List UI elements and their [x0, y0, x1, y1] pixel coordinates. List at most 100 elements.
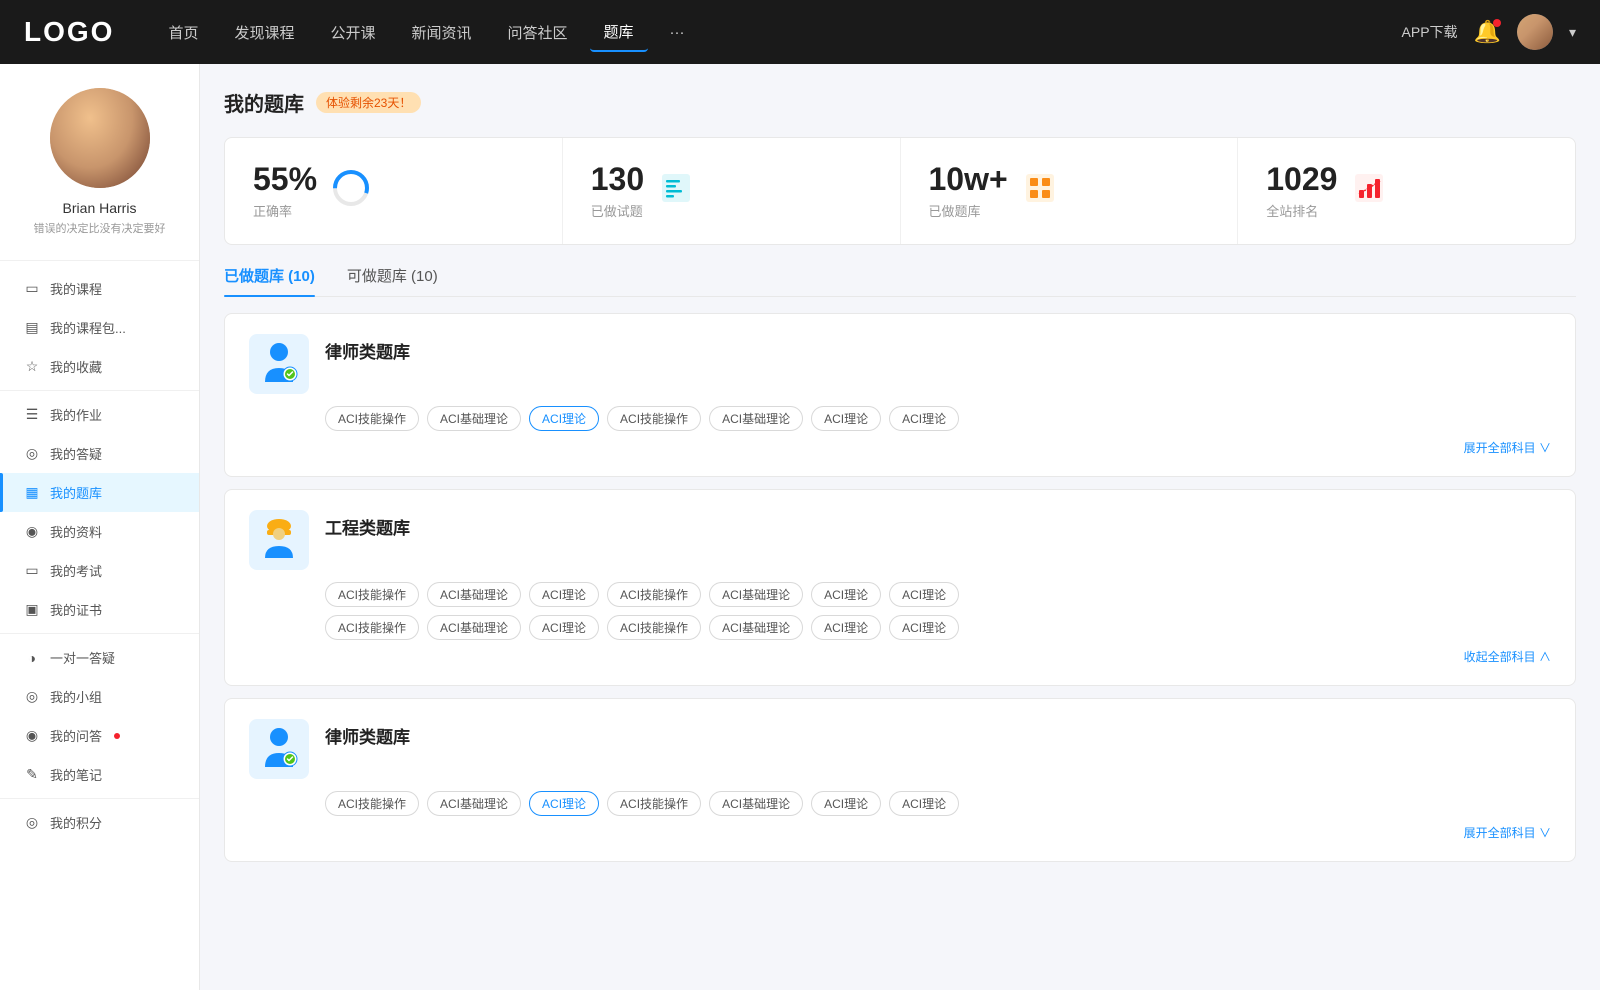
bank-title-text-3: 律师类题库 — [325, 719, 410, 748]
bank-card-tags-3: ACI技能操作 ACI基础理论 ACI理论 ACI技能操作 ACI基础理论 AC… — [325, 791, 1551, 816]
bank-card-tags-2: ACI技能操作 ACI基础理论 ACI理论 ACI技能操作 ACI基础理论 AC… — [325, 582, 1551, 607]
collapse-button-2[interactable]: 收起全部科目 ∧ — [1464, 648, 1551, 665]
app-download-button[interactable]: APP下载 — [1402, 22, 1458, 42]
nav-news[interactable]: 新闻资讯 — [398, 14, 486, 51]
nav-discover[interactable]: 发现课程 — [220, 14, 308, 51]
tag-3-4[interactable]: ACI技能操作 — [607, 791, 701, 816]
tag-3-3[interactable]: ACI理论 — [529, 791, 599, 816]
page-header: 我的题库 体验剩余23天！ — [224, 88, 1576, 117]
sidebar-item-homework[interactable]: ☰ 我的作业 — [0, 395, 199, 434]
sidebar-item-label: 我的资料 — [50, 522, 102, 541]
sidebar-item-group[interactable]: ◎ 我的小组 — [0, 677, 199, 716]
bank-title-text-2: 工程类题库 — [325, 510, 410, 539]
tag-3-1[interactable]: ACI技能操作 — [325, 791, 419, 816]
tag-2-14[interactable]: ACI理论 — [889, 615, 959, 640]
bar-chart-icon — [1353, 172, 1385, 211]
page-title: 我的题库 — [224, 88, 304, 117]
tag-1-7[interactable]: ACI理论 — [889, 406, 959, 431]
tag-1-5[interactable]: ACI基础理论 — [709, 406, 803, 431]
star-icon: ☆ — [24, 358, 40, 375]
tag-2-10[interactable]: ACI理论 — [529, 615, 599, 640]
tag-2-4[interactable]: ACI技能操作 — [607, 582, 701, 607]
notification-bell[interactable]: 🔔 — [1474, 19, 1501, 45]
tag-2-6[interactable]: ACI理论 — [811, 582, 881, 607]
avatar-placeholder — [50, 88, 150, 188]
sidebar-item-notes[interactable]: ✎ 我的笔记 — [0, 755, 199, 794]
stat-done-questions: 130 已做试题 — [563, 138, 901, 244]
stat-rank-value: 1029 — [1266, 162, 1337, 197]
tag-3-2[interactable]: ACI基础理论 — [427, 791, 521, 816]
stat-done-banks-label: 已做题库 — [929, 201, 1008, 220]
sidebar-item-tutoring[interactable]: ◑ 一对一答疑 — [0, 638, 199, 677]
stat-done-questions-label: 已做试题 — [591, 201, 644, 220]
sidebar-item-certificate[interactable]: ▣ 我的证书 — [0, 590, 199, 629]
tag-3-6[interactable]: ACI理论 — [811, 791, 881, 816]
sidebar: Brian Harris 错误的决定比没有决定要好 ▭ 我的课程 ▤ 我的课程包… — [0, 64, 200, 990]
nav-open-course[interactable]: 公开课 — [316, 14, 389, 51]
unread-dot — [114, 733, 120, 739]
tag-2-9[interactable]: ACI基础理论 — [427, 615, 521, 640]
nav-more[interactable]: ··· — [656, 16, 699, 49]
sidebar-item-course-package[interactable]: ▤ 我的课程包... — [0, 308, 199, 347]
tab-available-banks[interactable]: 可做题库 (10) — [347, 265, 438, 296]
bank-card-lawyer-1: 律师类题库 ACI技能操作 ACI基础理论 ACI理论 ACI技能操作 ACI基… — [224, 313, 1576, 477]
tag-3-7[interactable]: ACI理论 — [889, 791, 959, 816]
nav-home[interactable]: 首页 — [154, 14, 212, 51]
expand-button-3[interactable]: 展开全部科目 ∨ — [1464, 824, 1551, 841]
trial-badge: 体验剩余23天！ — [316, 92, 421, 113]
chevron-down-icon[interactable]: ▾ — [1569, 24, 1576, 41]
tag-1-3[interactable]: ACI理论 — [529, 406, 599, 431]
stat-done-banks-value: 10w+ — [929, 162, 1008, 197]
notification-dot — [1493, 19, 1501, 27]
tag-2-11[interactable]: ACI技能操作 — [607, 615, 701, 640]
sidebar-item-exam[interactable]: ▭ 我的考试 — [0, 551, 199, 590]
sidebar-item-label: 我的考试 — [50, 561, 102, 580]
profile-section: Brian Harris 错误的决定比没有决定要好 — [0, 88, 199, 261]
nav-question-bank[interactable]: 题库 — [590, 13, 648, 52]
tag-3-5[interactable]: ACI基础理论 — [709, 791, 803, 816]
sidebar-item-label: 我的答疑 — [50, 444, 102, 463]
sidebar-item-my-course[interactable]: ▭ 我的课程 — [0, 269, 199, 308]
package-icon: ▤ — [24, 319, 40, 336]
navbar: LOGO 首页 发现课程 公开课 新闻资讯 问答社区 题库 ··· APP下载 … — [0, 0, 1600, 64]
tag-2-5[interactable]: ACI基础理论 — [709, 582, 803, 607]
nav-qa[interactable]: 问答社区 — [494, 14, 582, 51]
question-icon: ◎ — [24, 445, 40, 462]
sidebar-item-my-data[interactable]: ◉ 我的资料 — [0, 512, 199, 551]
cert-icon: ▣ — [24, 601, 40, 618]
tag-1-4[interactable]: ACI技能操作 — [607, 406, 701, 431]
data-icon: ◉ — [24, 523, 40, 540]
tag-1-1[interactable]: ACI技能操作 — [325, 406, 419, 431]
divider-2 — [0, 633, 199, 634]
avatar[interactable] — [1517, 14, 1553, 50]
avatar-image — [1517, 14, 1553, 50]
tag-2-7[interactable]: ACI理论 — [889, 582, 959, 607]
sidebar-item-qa[interactable]: ◎ 我的答疑 — [0, 434, 199, 473]
exam-icon: ▭ — [24, 562, 40, 579]
sidebar-item-question-bank[interactable]: ▦ 我的题库 — [0, 473, 199, 512]
sidebar-item-favorites[interactable]: ☆ 我的收藏 — [0, 347, 199, 386]
sidebar-item-points[interactable]: ◎ 我的积分 — [0, 803, 199, 842]
stat-done-questions-text: 130 已做试题 — [591, 162, 644, 220]
bank-card-tags-1: ACI技能操作 ACI基础理论 ACI理论 ACI技能操作 ACI基础理论 AC… — [325, 406, 1551, 431]
tag-2-13[interactable]: ACI理论 — [811, 615, 881, 640]
tag-2-12[interactable]: ACI基础理论 — [709, 615, 803, 640]
logo: LOGO — [24, 16, 114, 48]
tag-1-2[interactable]: ACI基础理论 — [427, 406, 521, 431]
bank-card-footer-2: 收起全部科目 ∧ — [249, 648, 1551, 665]
stat-done-banks-text: 10w+ 已做题库 — [929, 162, 1008, 220]
tag-2-3[interactable]: ACI理论 — [529, 582, 599, 607]
points-icon: ◎ — [24, 814, 40, 831]
sidebar-item-label: 我的题库 — [50, 483, 102, 502]
bank-card-lawyer-2: 律师类题库 ACI技能操作 ACI基础理论 ACI理论 ACI技能操作 ACI基… — [224, 698, 1576, 862]
tag-2-2[interactable]: ACI基础理论 — [427, 582, 521, 607]
lawyer-icon-2 — [249, 719, 309, 779]
sidebar-item-my-qa[interactable]: ◉ 我的问答 — [0, 716, 199, 755]
tab-done-banks[interactable]: 已做题库 (10) — [224, 265, 315, 296]
notes-icon: ✎ — [24, 766, 40, 783]
tag-1-6[interactable]: ACI理论 — [811, 406, 881, 431]
sidebar-item-label: 我的课程包... — [50, 318, 126, 337]
tag-2-1[interactable]: ACI技能操作 — [325, 582, 419, 607]
tag-2-8[interactable]: ACI技能操作 — [325, 615, 419, 640]
expand-button-1[interactable]: 展开全部科目 ∨ — [1464, 439, 1551, 456]
